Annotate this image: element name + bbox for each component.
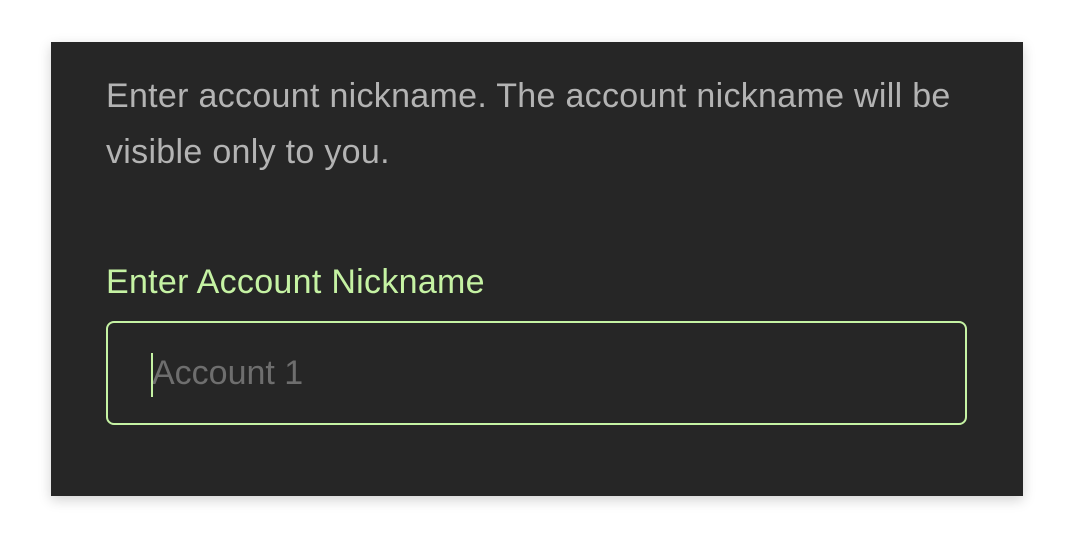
nickname-panel: Enter account nickname. The account nick… [51,42,1023,496]
text-caret [151,353,153,397]
nickname-input-container[interactable] [106,321,967,425]
nickname-input[interactable] [108,323,965,423]
nickname-description: Enter account nickname. The account nick… [106,77,951,171]
nickname-field-label: Enter Account Nickname [106,263,485,301]
